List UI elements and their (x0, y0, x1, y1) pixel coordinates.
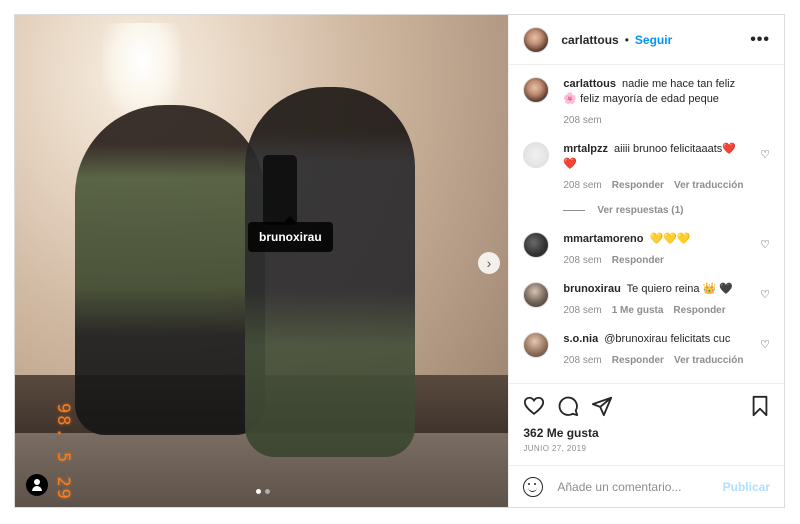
header-separator: • (624, 32, 629, 47)
comment-item: s.o.nia @brunoxirau felicitats cuc 208 s… (523, 332, 770, 368)
post-photo[interactable]: brunoxirau › 98. 5 29 (15, 15, 509, 507)
comment-input[interactable] (557, 479, 723, 494)
comment-avatar[interactable] (523, 142, 550, 168)
comment-avatar[interactable] (523, 232, 550, 258)
view-replies-label: Ver respuestas (1) (597, 205, 684, 216)
likes-count[interactable]: 362 Me gusta (523, 426, 770, 440)
comment-like-icon[interactable]: ♡ (760, 238, 770, 251)
carousel-dot-active (256, 489, 261, 494)
more-horizontal-icon[interactable]: ••• (750, 31, 770, 49)
comment-avatar[interactable] (523, 282, 550, 308)
reply-button[interactable]: Responder (673, 303, 725, 318)
comment-time[interactable]: 208 sem (563, 253, 601, 268)
comment-text: Te quiero reina 👑 🖤 (626, 283, 733, 295)
reply-button[interactable]: Responder (612, 353, 664, 368)
author-avatar[interactable] (523, 26, 550, 53)
comment-text: 💛💛💛 (649, 233, 691, 245)
reply-button[interactable]: Responder (612, 253, 664, 268)
comment-username[interactable]: mmartamoreno (563, 233, 643, 245)
comment-time[interactable]: 208 sem (563, 353, 601, 368)
comment-item: mmartamoreno 💛💛💛 208 sem Responder ♡ (523, 232, 770, 268)
comment-username[interactable]: brunoxirau (563, 283, 620, 295)
post-side-panel: carlattous • Seguir ••• carlattous nadie… (508, 15, 784, 507)
comment-item: mrtalpzz aiiii brunoo felicitaaats❤️❤️ 2… (523, 142, 770, 193)
user-tags-icon[interactable] (26, 474, 48, 496)
comment-like-icon[interactable]: ♡ (760, 148, 770, 161)
translate-button[interactable]: Ver traducción (674, 353, 743, 368)
bookmark-icon[interactable] (750, 395, 770, 417)
reply-button[interactable]: Responder (612, 178, 664, 193)
photo-person-right (245, 87, 415, 457)
comments-list[interactable]: carlattous nadie me hace tan feliz🌸 feli… (509, 65, 784, 383)
caption-time[interactable]: 208 sem (563, 113, 601, 128)
share-icon[interactable] (591, 395, 613, 417)
photo-datestamp: 98. 5 29 (51, 403, 81, 507)
instagram-post: brunoxirau › 98. 5 29 carlattous • Segui… (14, 14, 785, 508)
heart-icon[interactable] (523, 395, 545, 417)
post-header: carlattous • Seguir ••• (509, 15, 784, 65)
emoji-icon[interactable] (523, 476, 544, 497)
caption-avatar[interactable] (523, 77, 550, 103)
comment-username[interactable]: mrtalpzz (563, 143, 608, 155)
add-comment-bar: Publicar (509, 465, 784, 507)
comment-like-icon[interactable]: ♡ (760, 288, 770, 301)
caption-username[interactable]: carlattous (563, 78, 616, 90)
view-replies-button[interactable]: Ver respuestas (1) (563, 205, 770, 216)
comment-avatar[interactable] (523, 332, 550, 358)
photo-phone (263, 155, 297, 225)
chevron-right-icon: › (486, 255, 492, 271)
photo-person-left (75, 105, 265, 435)
action-icons (523, 394, 770, 418)
comment-likes-count[interactable]: 1 Me gusta (612, 303, 664, 318)
author-username[interactable]: carlattous (561, 33, 618, 47)
caption: carlattous nadie me hace tan feliz🌸 feli… (523, 77, 770, 128)
datestamp-text: 98. 5 29 (53, 403, 73, 501)
comment-username[interactable]: s.o.nia (563, 333, 598, 345)
comment-text: @brunoxirau felicitats cuc (604, 333, 731, 345)
comment-time[interactable]: 208 sem (563, 303, 601, 318)
replies-divider (563, 210, 586, 211)
comment-icon[interactable] (557, 395, 579, 417)
follow-button[interactable]: Seguir (635, 33, 672, 47)
publish-button[interactable]: Publicar (723, 480, 770, 494)
translate-button[interactable]: Ver traducción (674, 178, 743, 193)
carousel-indicator (256, 489, 270, 494)
post-date[interactable]: JUNIO 27, 2019 (523, 444, 770, 453)
comment-item: brunoxirau Te quiero reina 👑 🖤 208 sem 1… (523, 282, 770, 318)
post-actions: 362 Me gusta JUNIO 27, 2019 (509, 383, 784, 465)
carousel-next-button[interactable]: › (478, 252, 500, 274)
user-tag-label[interactable]: brunoxirau (248, 216, 333, 252)
comment-like-icon[interactable]: ♡ (760, 338, 770, 351)
comment-time[interactable]: 208 sem (563, 178, 601, 193)
carousel-dot (265, 489, 270, 494)
